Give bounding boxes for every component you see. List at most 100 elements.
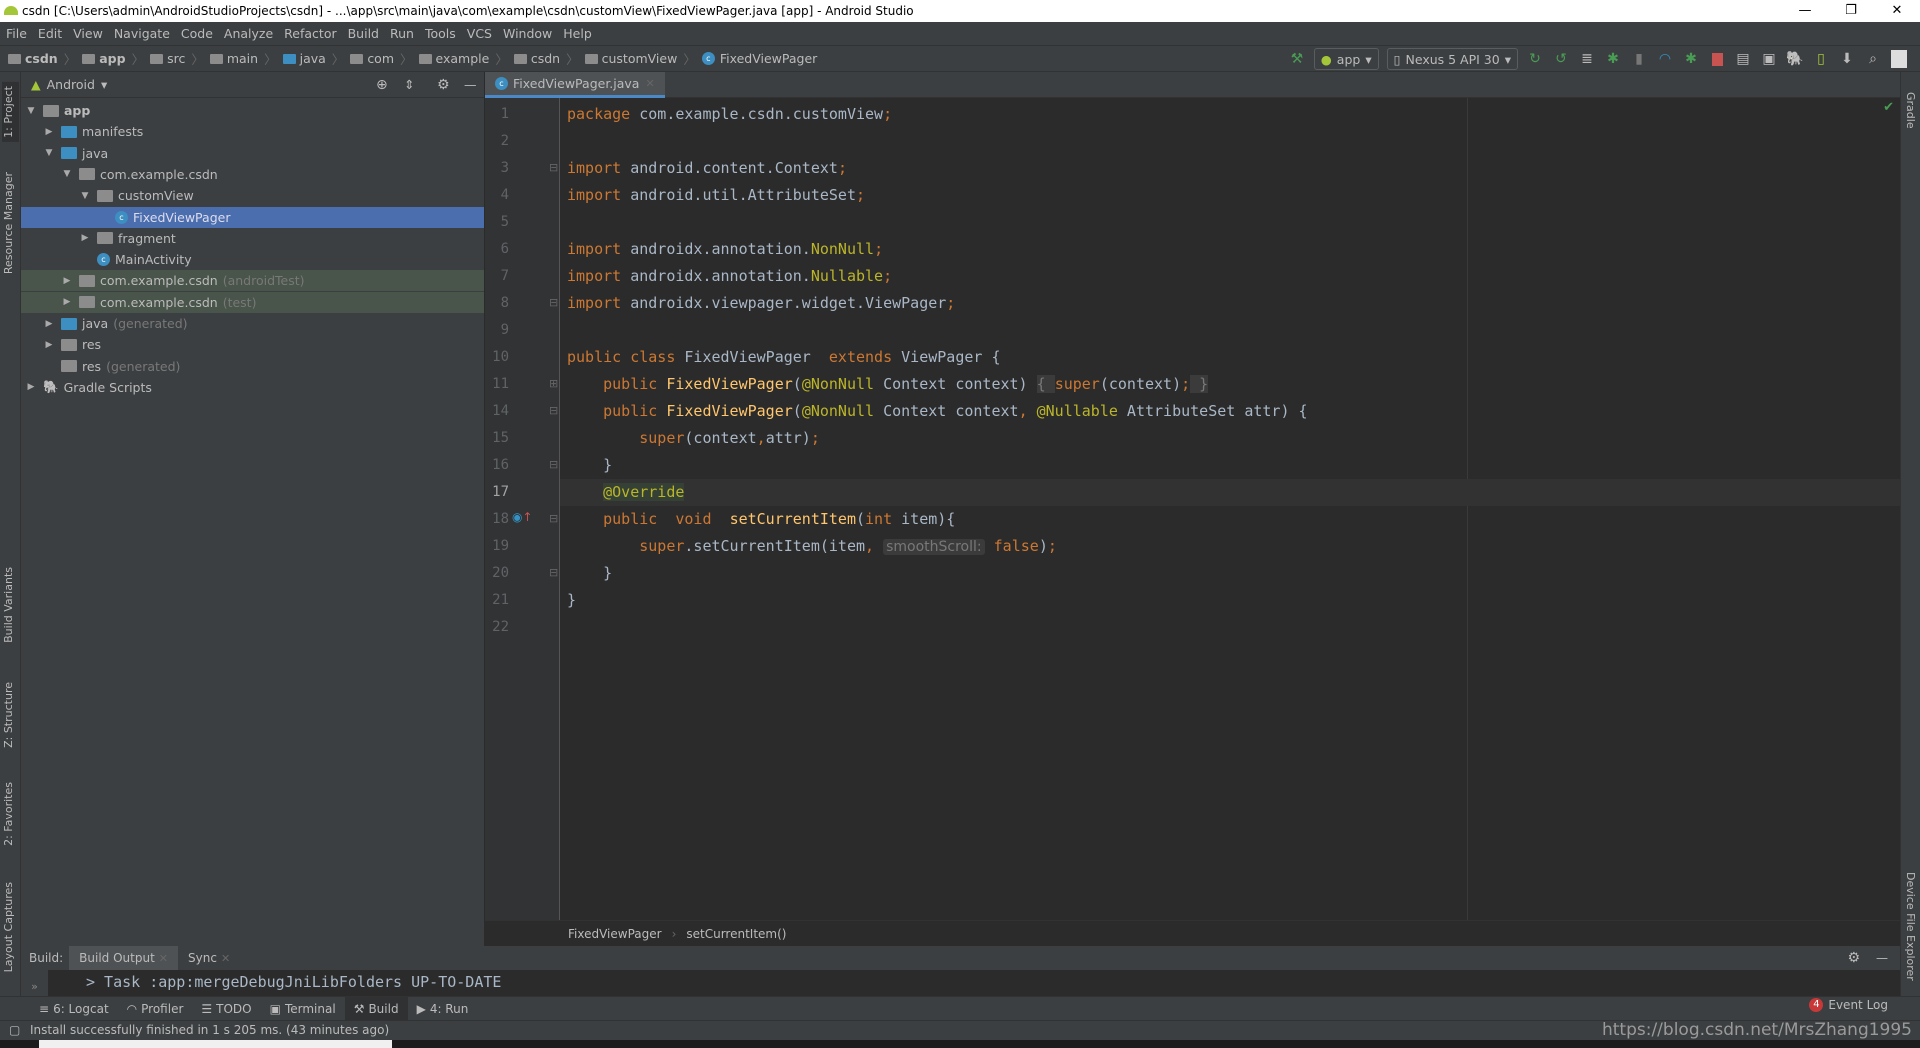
- profile-icon[interactable]: ◠: [1656, 50, 1674, 68]
- event-log-button[interactable]: 4 Event Log: [1809, 998, 1888, 1012]
- tool-window-6-logcat[interactable]: ≡ 6: Logcat: [30, 997, 118, 1021]
- collapsed-arrow-icon[interactable]: ▶: [43, 319, 55, 329]
- crumb-method[interactable]: setCurrentItem(): [686, 927, 786, 941]
- fold-marker-icon[interactable]: ⊟: [549, 296, 558, 309]
- code-editor[interactable]: ✔ package com.example.csdn.customView; im…: [560, 98, 1900, 920]
- tree-item-com-example-csdn[interactable]: ▶ com.example.csdn (androidTest): [21, 270, 484, 292]
- gear-icon[interactable]: ⚙: [1847, 950, 1860, 966]
- tree-item-java[interactable]: ▶ java (generated): [21, 313, 484, 334]
- collapse-all-icon[interactable]: ⇕: [404, 77, 414, 92]
- tree-item-customview[interactable]: ▼ customView: [21, 185, 484, 206]
- hide-panel-icon[interactable]: —: [1876, 951, 1888, 965]
- menu-vcs[interactable]: VCS: [467, 26, 492, 41]
- avatar[interactable]: [1890, 50, 1908, 68]
- tab-resource-manager[interactable]: Resource Manager: [2, 172, 15, 274]
- project-structure-icon[interactable]: ▤: [1734, 50, 1752, 68]
- minimize-button[interactable]: —: [1782, 0, 1828, 22]
- close-tab-icon[interactable]: ✕: [221, 952, 230, 965]
- nav-crumb-app[interactable]: app 〉: [82, 49, 150, 68]
- tree-item-fragment[interactable]: ▶ fragment: [21, 228, 484, 249]
- search-icon[interactable]: ⌕: [1864, 50, 1882, 68]
- tree-item-com-example-csdn[interactable]: ▼ com.example.csdn: [21, 164, 484, 185]
- apply-code-changes-icon[interactable]: ↺: [1552, 50, 1570, 68]
- nav-crumb-main[interactable]: main 〉: [209, 49, 283, 68]
- restore-button[interactable]: ❐: [1828, 0, 1874, 22]
- expanded-arrow-icon[interactable]: ▼: [79, 191, 91, 201]
- sdk-manager-icon[interactable]: ⬇: [1838, 50, 1856, 68]
- avd-manager-icon[interactable]: ▯: [1812, 50, 1830, 68]
- tool-window-4-run[interactable]: ▶ 4: Run: [408, 997, 478, 1021]
- run-config-select[interactable]: ● app ▾: [1313, 48, 1379, 70]
- hide-panel-icon[interactable]: —: [464, 77, 477, 92]
- menu-refactor[interactable]: Refactor: [284, 26, 336, 41]
- tree-item-manifests[interactable]: ▶ manifests: [21, 121, 484, 142]
- nav-crumb-com[interactable]: com 〉: [350, 49, 418, 68]
- tree-item-mainactivity[interactable]: c MainActivity: [21, 249, 484, 270]
- nav-crumb-fixedviewpager[interactable]: c FixedViewPager: [701, 51, 817, 66]
- menu-tools[interactable]: Tools: [425, 26, 456, 41]
- tab-layout-captures[interactable]: Layout Captures: [2, 882, 15, 972]
- close-tab-icon[interactable]: ✕: [645, 77, 654, 90]
- tree-item-java[interactable]: ▼ java: [21, 143, 484, 164]
- menu-analyze[interactable]: Analyze: [224, 26, 273, 41]
- device-select[interactable]: ▯ Nexus 5 API 30 ▾: [1386, 48, 1518, 70]
- fold-marker-icon[interactable]: ⊟: [549, 458, 558, 471]
- tree-item-app[interactable]: ▼ app: [21, 100, 484, 121]
- close-button[interactable]: ✕: [1874, 0, 1920, 22]
- menu-view[interactable]: View: [73, 26, 103, 41]
- fold-marker-icon[interactable]: ⊞: [549, 377, 558, 390]
- stop-icon[interactable]: [1708, 50, 1726, 68]
- collapsed-arrow-icon[interactable]: ▶: [61, 297, 73, 307]
- menu-file[interactable]: File: [6, 26, 27, 41]
- collapsed-arrow-icon[interactable]: ▶: [43, 340, 55, 350]
- tool-window-build[interactable]: ⚒ Build: [344, 996, 408, 1021]
- collapsed-arrow-icon[interactable]: ▶: [43, 127, 55, 137]
- menu-build[interactable]: Build: [348, 26, 379, 41]
- layout-inspector-icon[interactable]: ▣: [1760, 50, 1778, 68]
- crumb-class[interactable]: FixedViewPager: [568, 927, 662, 941]
- project-view-select[interactable]: Android: [47, 77, 95, 92]
- nav-crumb-csdn[interactable]: csdn 〉: [513, 49, 585, 68]
- tree-item-com-example-csdn[interactable]: ▶ com.example.csdn (test): [21, 291, 484, 313]
- collapsed-arrow-icon[interactable]: ▶: [25, 382, 37, 392]
- nav-crumb-java[interactable]: java 〉: [282, 49, 351, 68]
- menu-run[interactable]: Run: [390, 26, 414, 41]
- menu-window[interactable]: Window: [503, 26, 552, 41]
- fold-marker-icon[interactable]: ⊟: [549, 512, 558, 525]
- make-project-hammer-icon[interactable]: ⚒: [1288, 50, 1306, 68]
- close-tab-icon[interactable]: ✕: [159, 952, 168, 965]
- menu-code[interactable]: Code: [181, 26, 213, 41]
- sync-icon[interactable]: ≣: [1578, 50, 1596, 68]
- expanded-arrow-icon[interactable]: ▼: [61, 169, 73, 179]
- attach-debugger-icon[interactable]: ✱: [1682, 50, 1700, 68]
- fold-marker-icon[interactable]: ⊟: [549, 404, 558, 417]
- tab-gradle[interactable]: Gradle: [1904, 92, 1917, 129]
- tab-favorites[interactable]: 2: Favorites: [2, 782, 15, 846]
- menu-navigate[interactable]: Navigate: [114, 26, 170, 41]
- tree-item-res[interactable]: ▶ res: [21, 334, 484, 355]
- gear-icon[interactable]: ⚙: [437, 77, 450, 93]
- nav-crumb-src[interactable]: src 〉: [150, 49, 210, 68]
- nav-crumb-customview[interactable]: customView 〉: [584, 49, 702, 68]
- debug-icon[interactable]: ✱: [1604, 50, 1622, 68]
- expanded-arrow-icon[interactable]: ▼: [25, 106, 37, 116]
- tab-sync[interactable]: Sync ✕: [178, 946, 240, 970]
- tree-item-res[interactable]: res (generated): [21, 356, 484, 377]
- tab-build-variants[interactable]: Build Variants: [2, 567, 15, 643]
- gradle-sync-icon[interactable]: 🐘: [1786, 50, 1804, 68]
- fold-marker-icon[interactable]: ⊟: [549, 566, 558, 579]
- collapsed-arrow-icon[interactable]: ▶: [79, 233, 91, 243]
- status-toggle-icon[interactable]: ▢: [9, 1021, 20, 1040]
- menu-help[interactable]: Help: [563, 26, 592, 41]
- tree-item-gradle-scripts[interactable]: ▶ 🐘 Gradle Scripts: [21, 377, 484, 398]
- expanded-arrow-icon[interactable]: ▼: [43, 148, 55, 158]
- chevron-down-icon[interactable]: ▾: [101, 77, 107, 92]
- tab-project[interactable]: 1: Project: [2, 82, 19, 142]
- apply-changes-restart-icon[interactable]: ↻: [1526, 50, 1544, 68]
- tool-window-todo[interactable]: ☰ TODO: [192, 997, 260, 1021]
- tab-build-output[interactable]: Build Output ✕: [69, 946, 179, 970]
- tree-item-fixedviewpager[interactable]: c FixedViewPager: [21, 206, 484, 228]
- collapsed-arrow-icon[interactable]: ▶: [61, 276, 73, 286]
- fold-marker-icon[interactable]: ⊟: [549, 161, 558, 174]
- tool-window-terminal[interactable]: ▣ Terminal: [261, 997, 345, 1021]
